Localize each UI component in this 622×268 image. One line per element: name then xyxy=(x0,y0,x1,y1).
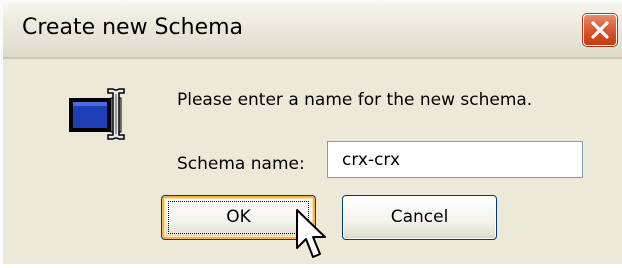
mouse-pointer-icon xyxy=(295,208,331,268)
close-button[interactable] xyxy=(583,14,617,46)
schema-name-input[interactable] xyxy=(327,141,583,178)
title-bar[interactable]: Create new Schema xyxy=(3,3,622,59)
dialog-title: Create new Schema xyxy=(22,15,244,40)
ok-button[interactable]: OK xyxy=(161,195,316,240)
schema-name-label: Schema name: xyxy=(177,154,305,174)
schema-textfield-icon xyxy=(66,86,136,152)
prompt-text: Please enter a name for the new schema. xyxy=(177,90,533,110)
create-schema-dialog: Create new Schema Please enter a name fo… xyxy=(0,0,622,264)
cancel-button-label: Cancel xyxy=(390,207,449,227)
focus-rectangle xyxy=(168,201,309,234)
cancel-button[interactable]: Cancel xyxy=(342,195,497,240)
